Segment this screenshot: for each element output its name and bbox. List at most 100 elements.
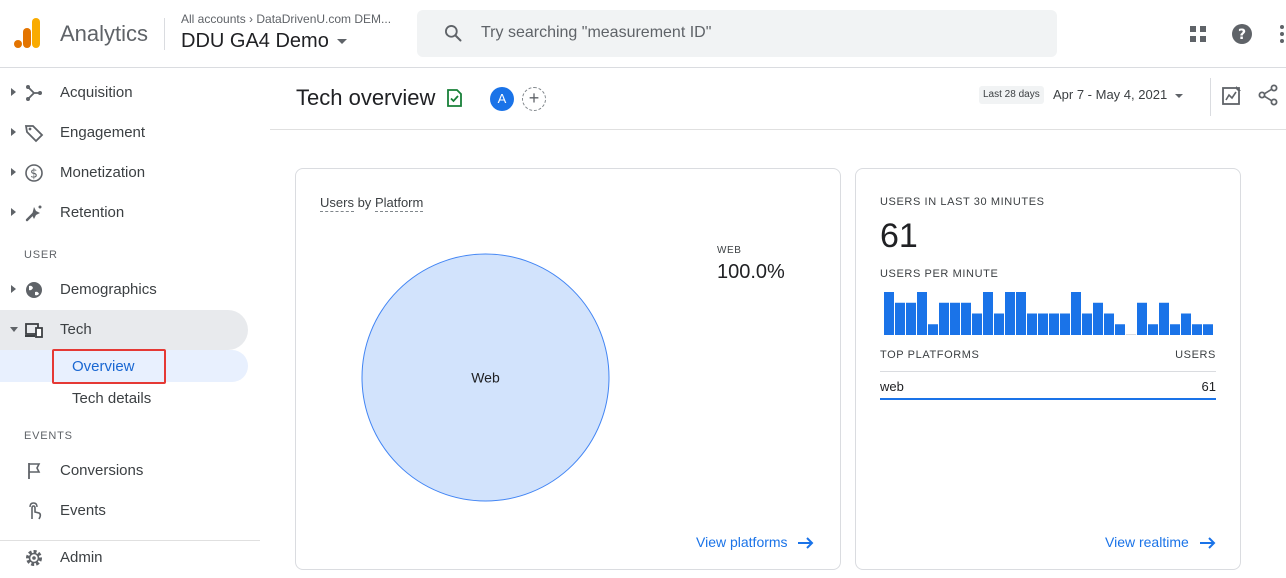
sidebar-item-monetization[interactable]: $ Monetization	[0, 153, 248, 193]
more-vert-icon[interactable]	[1270, 22, 1286, 46]
sidebar-item-conversions[interactable]: Conversions	[0, 451, 248, 491]
minute-bar[interactable]	[1016, 292, 1026, 335]
minute-bar[interactable]	[961, 302, 971, 335]
page-title: Tech overview	[296, 85, 436, 110]
minute-bar[interactable]	[895, 302, 905, 335]
search-input[interactable]: Try searching "measurement ID"	[481, 24, 711, 42]
minute-bar[interactable]	[983, 292, 993, 335]
edit-report-icon[interactable]	[1221, 84, 1243, 106]
metric-selector[interactable]: Users	[320, 195, 354, 212]
users-per-minute-label: USERS PER MINUTE	[880, 268, 999, 280]
search-bar[interactable]: Try searching "measurement ID"	[417, 10, 1057, 57]
minute-bar[interactable]	[1027, 313, 1037, 336]
sidebar-item-tech[interactable]: Tech	[0, 310, 248, 350]
touch-icon	[29, 502, 42, 520]
sidebar-item-engagement[interactable]: Engagement	[0, 113, 248, 153]
date-range-text: Apr 7 - May 4, 2021	[1053, 87, 1168, 102]
sidebar-item-label: Tech details	[72, 390, 152, 407]
chevron-down-icon	[336, 39, 347, 45]
property-selector[interactable]: DDU GA4 Demo	[181, 30, 347, 53]
platform-users: 61	[1201, 379, 1216, 394]
chevron-right-icon	[11, 168, 16, 176]
analytics-logo-icon[interactable]	[14, 18, 42, 48]
svg-text:?: ?	[1238, 27, 1246, 43]
minute-bar[interactable]	[972, 313, 982, 336]
minute-bar[interactable]	[1005, 292, 1015, 335]
verified-report-icon[interactable]	[445, 89, 463, 107]
account-breadcrumb[interactable]: All accounts › DataDrivenU.com DEM...	[181, 12, 391, 26]
minute-bar[interactable]	[1093, 302, 1103, 335]
search-icon	[445, 25, 462, 42]
chevron-right-icon	[11, 88, 16, 96]
sidebar-item-retention[interactable]: Retention	[0, 193, 248, 233]
minute-bar[interactable]	[1170, 324, 1180, 335]
retention-icon	[25, 205, 42, 222]
chevron-right-icon	[11, 128, 16, 136]
acquisition-icon	[26, 85, 42, 101]
date-preset-chip[interactable]: Last 28 days	[979, 86, 1044, 104]
minute-bar[interactable]	[1192, 324, 1202, 335]
minute-bar[interactable]	[1203, 324, 1213, 335]
table-divider	[880, 371, 1216, 372]
minute-bar[interactable]	[884, 292, 894, 335]
platform-pie-chart[interactable]: Web	[361, 253, 610, 502]
table-row[interactable]: web 61	[880, 379, 1216, 399]
minute-bar[interactable]	[1060, 313, 1070, 336]
users-per-minute-chart[interactable]	[884, 291, 1214, 335]
minute-bar[interactable]	[1181, 313, 1191, 336]
minute-bar[interactable]	[1071, 292, 1081, 335]
minute-bar[interactable]	[950, 302, 960, 335]
minute-bar[interactable]	[906, 302, 916, 335]
sidebar-item-label: Monetization	[60, 164, 146, 181]
svg-text:$: $	[30, 167, 38, 181]
sidebar-item-label: Events	[60, 502, 106, 519]
chevron-down-icon	[10, 327, 18, 332]
minute-bar[interactable]	[994, 313, 1004, 336]
apps-grid-icon[interactable]	[1186, 22, 1210, 46]
sidebar-item-acquisition[interactable]: Acquisition	[0, 73, 248, 113]
arrow-right-icon	[798, 537, 814, 550]
help-icon[interactable]: ?	[1230, 22, 1254, 46]
sidebar-item-label: Admin	[60, 549, 103, 566]
minute-bar[interactable]	[1115, 324, 1125, 335]
sidebar-item-admin[interactable]: Admin	[0, 538, 248, 578]
header-bottom-divider	[270, 129, 1286, 130]
date-range-selector[interactable]: Apr 7 - May 4, 2021	[1053, 87, 1184, 102]
users-last-30-value: 61	[880, 217, 918, 255]
realtime-card: USERS IN LAST 30 MINUTES 61 USERS PER MI…	[855, 168, 1241, 570]
minute-bar[interactable]	[1104, 313, 1114, 336]
comparison-badge[interactable]: A	[490, 87, 514, 111]
view-realtime-link[interactable]: View realtime	[1105, 534, 1217, 550]
annotation-highlight-box	[52, 349, 166, 384]
users-column-label: USERS	[1175, 349, 1216, 361]
minute-bar[interactable]	[1159, 302, 1169, 335]
section-label-events: EVENTS	[24, 430, 73, 442]
minute-bar[interactable]	[939, 302, 949, 335]
minute-bar[interactable]	[1038, 313, 1048, 336]
sidebar-item-label: Demographics	[60, 281, 157, 298]
legend-value: 100.0%	[717, 261, 785, 283]
platform-name: web	[880, 379, 904, 394]
engagement-tag-icon	[24, 125, 44, 143]
pie-slice-label: Web	[471, 370, 500, 386]
minute-bar[interactable]	[1126, 334, 1136, 335]
add-comparison-button[interactable]: +	[522, 87, 546, 111]
minute-bar[interactable]	[928, 324, 938, 335]
share-icon[interactable]	[1257, 84, 1279, 106]
minute-bar[interactable]	[1082, 313, 1092, 336]
legend-label: WEB	[717, 245, 742, 256]
card-title: Users by Platform	[320, 195, 424, 212]
minute-bar[interactable]	[1148, 324, 1158, 335]
minute-bar[interactable]	[1137, 302, 1147, 335]
view-platforms-link[interactable]: View platforms	[696, 534, 815, 550]
sidebar-item-events[interactable]: Events	[0, 491, 248, 531]
dimension-selector[interactable]: Platform	[374, 195, 424, 212]
sidebar-subitem-tech-details[interactable]: Tech details	[0, 382, 248, 414]
top-platforms-label: TOP PLATFORMS	[880, 349, 980, 361]
sidebar-item-demographics[interactable]: Demographics	[0, 270, 248, 310]
chevron-right-icon	[11, 208, 16, 216]
minute-bar[interactable]	[1049, 313, 1059, 336]
gear-icon	[26, 550, 42, 566]
minute-bar[interactable]	[917, 292, 927, 335]
top-bar: Analytics All accounts › DataDrivenU.com…	[0, 0, 1286, 68]
